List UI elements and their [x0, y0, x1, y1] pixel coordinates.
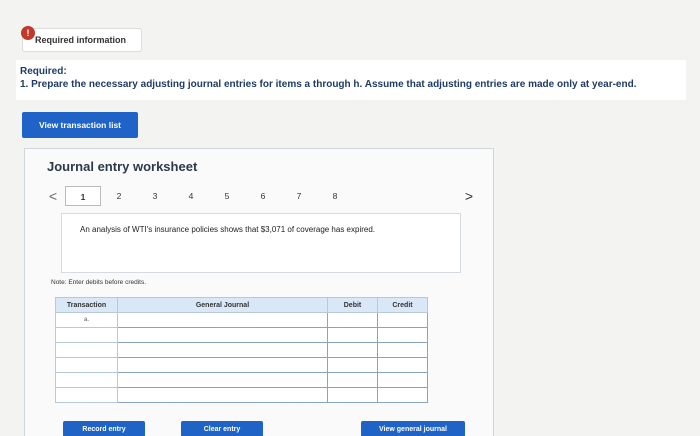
journal-entry-worksheet: Journal entry worksheet < 1 2 3 4 5 6 7 …	[24, 148, 494, 436]
transaction-cell: a.	[55, 312, 118, 328]
transaction-cell	[55, 372, 118, 388]
table-row	[55, 342, 428, 358]
view-general-journal-button[interactable]: View general journal	[361, 421, 465, 436]
page-4[interactable]: 4	[173, 186, 209, 206]
credit-input[interactable]	[377, 372, 428, 388]
account-input[interactable]	[117, 312, 328, 328]
required-heading: Required:	[20, 66, 67, 77]
account-input[interactable]	[117, 342, 328, 358]
analysis-box: An analysis of WTI's insurance policies …	[61, 213, 461, 273]
account-input[interactable]	[117, 387, 328, 403]
view-transaction-list-button[interactable]: View transaction list	[22, 112, 138, 138]
required-text: 1. Prepare the necessary adjusting journ…	[20, 79, 637, 90]
credit-input[interactable]	[377, 327, 428, 343]
transaction-cell	[55, 342, 118, 358]
required-box: Required: 1. Prepare the necessary adjus…	[16, 60, 686, 100]
credit-input[interactable]	[377, 387, 428, 403]
debit-input[interactable]	[327, 372, 378, 388]
prev-arrow-icon[interactable]: <	[41, 188, 65, 204]
required-info-tab[interactable]: Required information	[22, 28, 142, 52]
transaction-cell	[55, 357, 118, 373]
credit-input[interactable]	[377, 312, 428, 328]
page-6[interactable]: 6	[245, 186, 281, 206]
debit-input[interactable]	[327, 342, 378, 358]
table-row	[55, 327, 428, 343]
debit-input[interactable]	[327, 357, 378, 373]
transaction-cell	[55, 327, 118, 343]
table-row	[55, 387, 428, 403]
header-transaction: Transaction	[55, 297, 118, 313]
table-row	[55, 357, 428, 373]
journal-table: Transaction General Journal Debit Credit…	[55, 297, 428, 403]
header-credit: Credit	[377, 297, 428, 313]
account-input[interactable]	[117, 372, 328, 388]
account-input[interactable]	[117, 327, 328, 343]
page-3[interactable]: 3	[137, 186, 173, 206]
next-arrow-icon[interactable]: >	[457, 188, 481, 204]
credit-input[interactable]	[377, 342, 428, 358]
header-general-journal: General Journal	[117, 297, 328, 313]
debit-input[interactable]	[327, 327, 378, 343]
header-debit: Debit	[327, 297, 378, 313]
note-text: Note: Enter debits before credits.	[51, 279, 147, 286]
page-2[interactable]: 2	[101, 186, 137, 206]
page-5[interactable]: 5	[209, 186, 245, 206]
credit-input[interactable]	[377, 357, 428, 373]
table-row	[55, 372, 428, 388]
page-8[interactable]: 8	[317, 186, 353, 206]
required-info-label: Required information	[35, 35, 127, 45]
page-1[interactable]: 1	[65, 186, 101, 206]
transaction-cell	[55, 387, 118, 403]
clear-entry-button[interactable]: Clear entry	[181, 421, 263, 436]
account-input[interactable]	[117, 357, 328, 373]
alert-icon: !	[21, 26, 35, 40]
pager: < 1 2 3 4 5 6 7 8 >	[41, 185, 481, 207]
record-entry-button[interactable]: Record entry	[63, 421, 145, 436]
table-row: a.	[55, 312, 428, 328]
worksheet-title: Journal entry worksheet	[47, 159, 198, 174]
debit-input[interactable]	[327, 387, 378, 403]
debit-input[interactable]	[327, 312, 378, 328]
page-7[interactable]: 7	[281, 186, 317, 206]
